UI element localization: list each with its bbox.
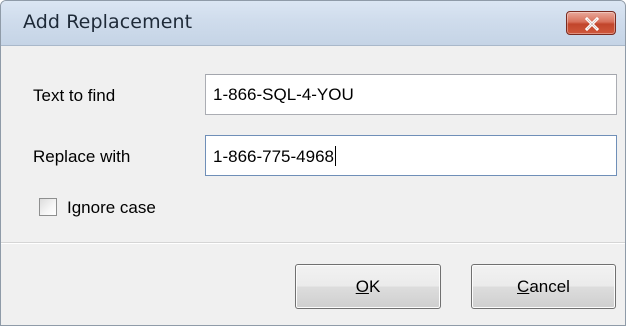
- replace-with-label: Replace with: [33, 147, 131, 166]
- ok-button[interactable]: OK: [295, 264, 441, 309]
- text-caret: [334, 146, 336, 166]
- cancel-mnemonic: C: [517, 277, 530, 296]
- dialog-title: Add Replacement: [23, 11, 193, 33]
- replace-with-input[interactable]: 1-866-775-4968: [205, 135, 617, 176]
- ignore-case-label[interactable]: Ignore case: [67, 198, 156, 218]
- text-to-find-value: 1-866-SQL-4-YOU: [213, 85, 354, 104]
- dialog-body: Text to find 1-866-SQL-4-YOU Replace wit…: [1, 46, 625, 242]
- button-bar: OK Cancel: [1, 244, 625, 325]
- replace-with-value: 1-866-775-4968: [213, 147, 334, 166]
- ok-mnemonic: O: [355, 277, 369, 296]
- ignore-case-checkbox[interactable]: [39, 198, 57, 216]
- ok-label-rest: K: [368, 277, 381, 296]
- text-to-find-label: Text to find: [33, 86, 116, 105]
- title-bar[interactable]: Add Replacement: [1, 1, 625, 46]
- cancel-label-rest: ancel: [529, 277, 570, 296]
- text-to-find-input[interactable]: 1-866-SQL-4-YOU: [205, 74, 617, 115]
- add-replacement-dialog: Add Replacement Text to find 1-866-SQL-4…: [0, 0, 626, 326]
- close-button[interactable]: [566, 11, 616, 35]
- close-icon: [584, 16, 600, 32]
- cancel-button[interactable]: Cancel: [471, 264, 616, 309]
